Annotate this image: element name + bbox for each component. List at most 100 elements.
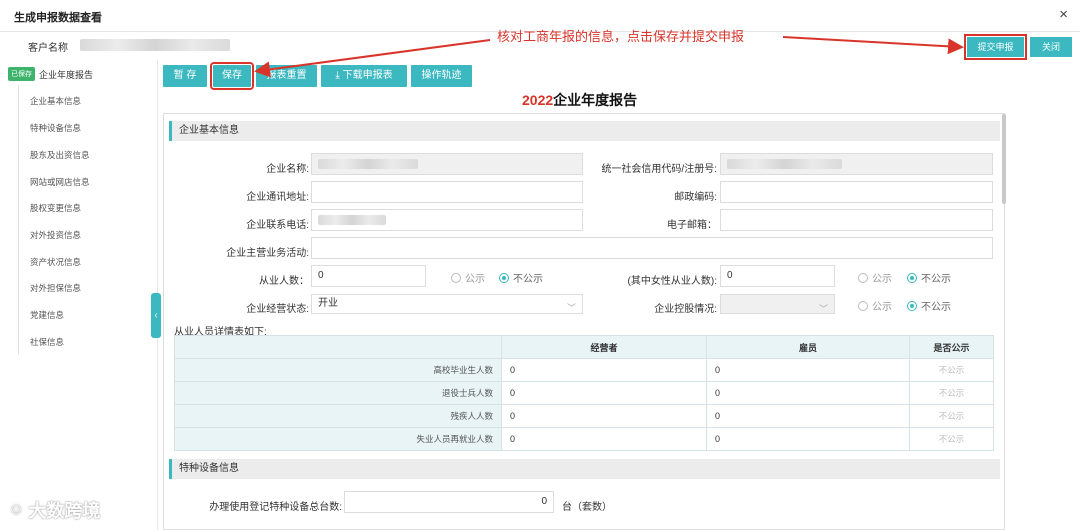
sidebar-item-assets[interactable]: 资产状况信息 <box>30 256 81 268</box>
company-name-field[interactable] <box>311 153 583 175</box>
row-label: 失业人员再就业人数 <box>174 427 502 451</box>
company-name-redacted <box>318 159 418 169</box>
tree-line <box>18 86 19 354</box>
radio-icon <box>451 272 461 283</box>
operator-count-cell[interactable]: 0 <box>501 427 707 451</box>
customer-name-redacted <box>80 39 230 51</box>
public-status-cell[interactable]: 不公示 <box>909 358 994 382</box>
employees-label: 从业人数： <box>259 276 309 287</box>
company-name-label: 企业名称: <box>266 164 309 175</box>
sidebar-item-equipment[interactable]: 特种设备信息 <box>30 122 81 134</box>
radio-label: 公示 <box>872 302 892 313</box>
public-status-cell[interactable]: 不公示 <box>909 427 994 451</box>
email-label: 电子邮箱： <box>667 220 717 231</box>
download-report-button[interactable]: ⤓ 下载申报表 <box>321 65 407 87</box>
sidebar-item-equity-change[interactable]: 股权变更信息 <box>30 202 81 214</box>
equipment-count-label: 办理使用登记特种设备总台数: <box>209 502 342 513</box>
employee-count-cell[interactable]: 0 <box>706 427 910 451</box>
employee-count-cell[interactable]: 0 <box>706 404 910 428</box>
sidebar-root[interactable]: 已保存 企业年度报告 <box>8 67 93 81</box>
equipment-count-input[interactable]: 0 <box>344 491 554 513</box>
credit-code-redacted <box>727 159 842 169</box>
sidebar-item-website[interactable]: 网站或网店信息 <box>30 176 90 188</box>
employees-public-radio[interactable]: 公示 <box>451 270 485 285</box>
report-title-text: 企业年度报告 <box>553 92 638 108</box>
phone-redacted <box>318 215 386 225</box>
row-label: 残疾人人数 <box>174 404 502 428</box>
customer-name-label: 客户名称 <box>28 43 68 54</box>
sidebar-item-party[interactable]: 党建信息 <box>30 309 64 321</box>
sidebar-item-basic[interactable]: 企业基本信息 <box>30 95 81 107</box>
watermark-logo: ☺ 大数跨境 <box>8 497 100 523</box>
watermark-text: 大数跨境 <box>28 501 101 521</box>
radio-label: 公示 <box>465 274 485 285</box>
radio-checked-icon <box>907 272 917 283</box>
section-basic-info: 企业基本信息 <box>169 121 1000 141</box>
business-activity-field[interactable] <box>311 237 993 259</box>
chevron-down-icon: ﹀ <box>818 304 828 314</box>
watermark-icon: ☺ <box>8 501 25 518</box>
radio-checked-icon <box>499 272 509 283</box>
operator-count-cell[interactable]: 0 <box>501 404 707 428</box>
annotation-text: 核对工商年报的信息，点击保存并提交申报 <box>497 29 745 44</box>
female-public-radio[interactable]: 公示 <box>858 270 892 285</box>
phone-field[interactable] <box>311 209 583 231</box>
address-label: 企业通讯地址: <box>246 192 309 203</box>
operating-status-label: 企业经营状态: <box>246 304 309 315</box>
sidebar-item-guarantee[interactable]: 对外担保信息 <box>30 282 81 294</box>
credit-code-label: 统一社会信用代码/注册号: <box>601 164 717 175</box>
sidebar-item-shareholders[interactable]: 股东及出资信息 <box>30 149 90 161</box>
save-button[interactable]: 保存 <box>210 62 254 90</box>
table-row: 高校毕业生人数 0 0 不公示 <box>174 358 994 382</box>
radio-label: 不公示 <box>513 274 543 285</box>
credit-code-field[interactable] <box>720 153 993 175</box>
operating-status-select[interactable]: 开业 ﹀ <box>311 294 583 314</box>
report-form: 企业基本信息 企业名称: 统一社会信用代码/注册号: 企业通讯地址: 邮政编码:… <box>163 113 1005 530</box>
sidebar-collapse-handle[interactable]: ‹ <box>151 293 161 338</box>
history-button[interactable]: 操作轨迹 <box>411 65 472 87</box>
report-year: 2022 <box>522 92 554 108</box>
table-header-row: 经营者 雇员 是否公示 <box>174 335 994 359</box>
chevron-down-icon: ﹀ <box>566 303 576 313</box>
reset-report-button[interactable]: 报表重置 <box>256 65 317 87</box>
operating-status-value: 开业 <box>318 298 338 309</box>
report-title: 2022企业年度报告 <box>522 90 637 110</box>
radio-label: 不公示 <box>921 274 951 285</box>
sidebar-item-investment[interactable]: 对外投资信息 <box>30 229 81 241</box>
public-status-cell[interactable]: 不公示 <box>909 381 994 405</box>
employees-not-public-radio[interactable]: 不公示 <box>499 270 543 285</box>
address-field[interactable] <box>311 181 583 203</box>
table-header <box>174 335 502 359</box>
female-employees-input[interactable]: 0 <box>720 265 835 287</box>
holding-label: 企业控股情况: <box>654 304 717 315</box>
employee-count-cell[interactable]: 0 <box>706 381 910 405</box>
equipment-unit-label: 台（套数） <box>562 502 612 513</box>
operator-count-cell[interactable]: 0 <box>501 381 707 405</box>
holding-not-public-radio[interactable]: 不公示 <box>907 298 951 313</box>
postal-code-field[interactable] <box>720 181 993 203</box>
table-row: 失业人员再就业人数 0 0 不公示 <box>174 427 994 451</box>
sidebar-item-social-security[interactable]: 社保信息 <box>30 336 64 348</box>
close-button[interactable]: 关闭 <box>1030 37 1072 57</box>
phone-label: 企业联系电话: <box>246 220 309 231</box>
holding-public-radio[interactable]: 公示 <box>858 298 892 313</box>
female-not-public-radio[interactable]: 不公示 <box>907 270 951 285</box>
radio-icon <box>858 272 868 283</box>
employee-count-cell[interactable]: 0 <box>706 358 910 382</box>
section-special-equipment: 特种设备信息 <box>169 459 1000 479</box>
operator-count-cell[interactable]: 0 <box>501 358 707 382</box>
sidebar-root-label: 企业年度报告 <box>39 69 94 80</box>
table-header: 是否公示 <box>909 335 994 359</box>
submit-declaration-button[interactable]: 提交申报 <box>964 34 1027 60</box>
close-icon[interactable]: × <box>1059 6 1068 23</box>
form-scrollbar[interactable] <box>1002 114 1006 204</box>
holding-select[interactable]: ﹀ <box>720 294 835 314</box>
temp-save-button[interactable]: 暂 存 <box>163 65 207 87</box>
employees-input[interactable]: 0 <box>311 265 426 287</box>
radio-checked-icon <box>907 300 917 311</box>
email-field[interactable] <box>720 209 993 231</box>
public-status-cell[interactable]: 不公示 <box>909 404 994 428</box>
female-employees-label: (其中女性从业人数): <box>627 276 717 287</box>
download-label: 下载申报表 <box>342 70 393 81</box>
saved-badge: 已保存 <box>8 67 35 81</box>
